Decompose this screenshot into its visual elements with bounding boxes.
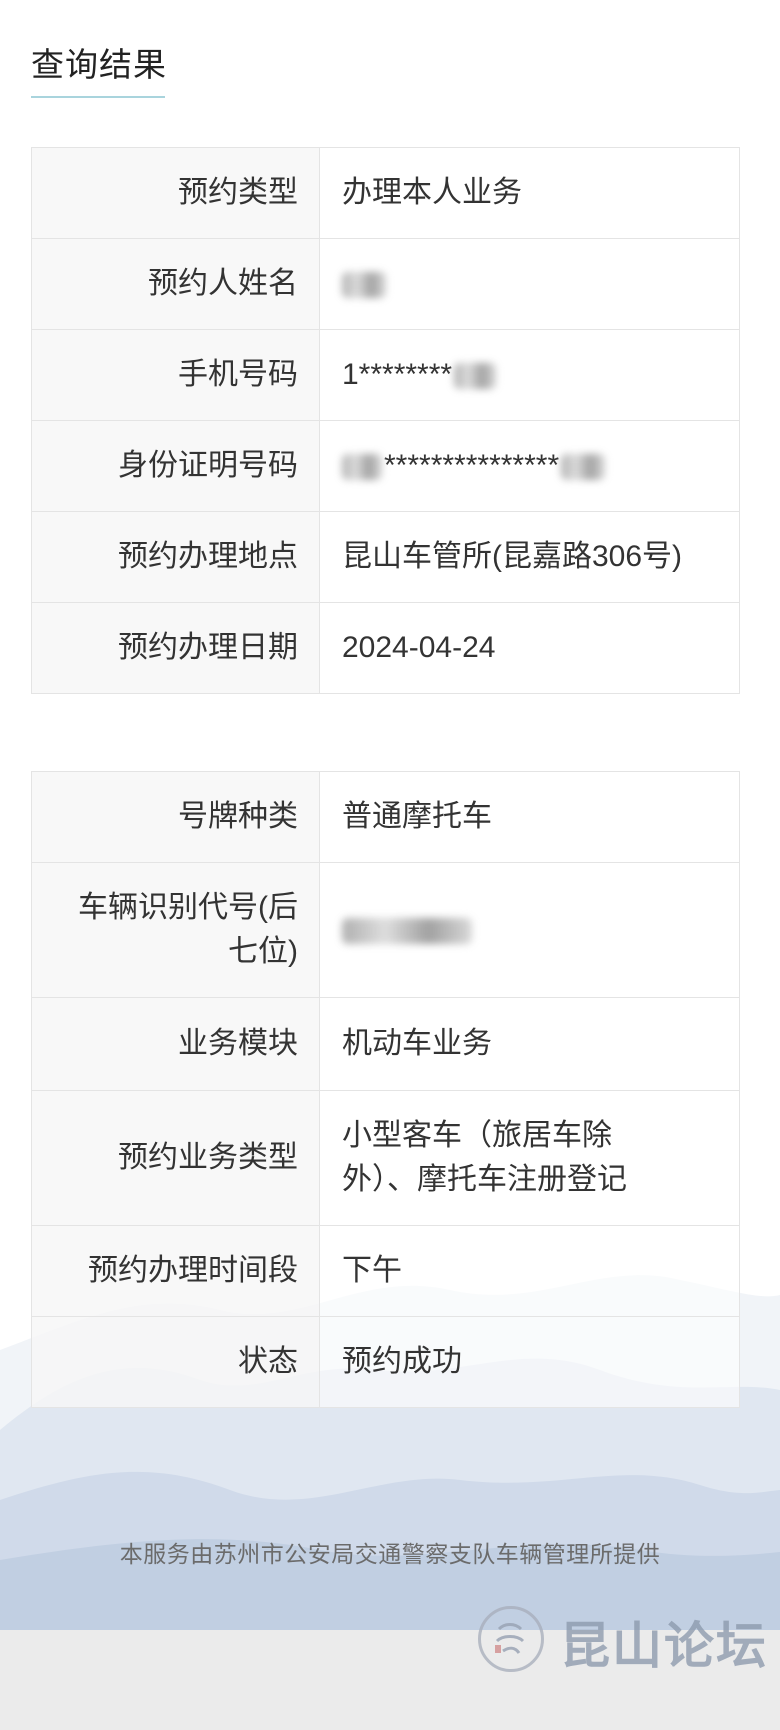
row-label: 预约类型 xyxy=(31,147,320,239)
table-row: 预约类型 办理本人业务 xyxy=(31,147,740,239)
phone-value: 1******** xyxy=(342,358,453,391)
row-value: 普通摩托车 xyxy=(319,771,740,863)
title-underline xyxy=(31,96,165,98)
row-value: 1******** xyxy=(319,329,740,421)
row-label: 预约办理地点 xyxy=(31,511,320,603)
table-row: 预约办理时间段 下午 xyxy=(31,1225,740,1317)
row-value: 下午 xyxy=(319,1225,740,1317)
row-label: 身份证明号码 xyxy=(31,420,320,512)
table-row: 预约人姓名 xyxy=(31,238,740,330)
row-label: 手机号码 xyxy=(31,329,320,421)
table-row: 业务模块 机动车业务 xyxy=(31,997,740,1091)
row-label: 预约业务类型 xyxy=(31,1090,320,1226)
table-row: 车辆识别代号(后七位) xyxy=(31,862,740,998)
row-label: 预约办理日期 xyxy=(31,602,320,694)
row-value: 2024-04-24 xyxy=(319,602,740,694)
redacted-blur xyxy=(342,272,386,299)
row-label: 业务模块 xyxy=(31,997,320,1091)
vehicle-info-table: 号牌种类 普通摩托车 车辆识别代号(后七位) 业务模块 机动车业务 预约业务类型… xyxy=(31,771,740,1408)
page-title: 查询结果 xyxy=(31,46,167,83)
row-value: 昆山车管所(昆嘉路306号) xyxy=(319,511,740,603)
row-label: 车辆识别代号(后七位) xyxy=(31,862,320,998)
row-label: 预约人姓名 xyxy=(31,238,320,330)
appointment-info-table: 预约类型 办理本人业务 预约人姓名 手机号码 1******** 身份证明号码 … xyxy=(31,147,740,694)
row-value: 小型客车（旅居车除外）、摩托车注册登记 xyxy=(319,1090,740,1226)
row-label: 状态 xyxy=(31,1316,320,1408)
table-row: 状态 预约成功 xyxy=(31,1316,740,1408)
row-value xyxy=(319,862,740,998)
redacted-blur xyxy=(454,363,497,390)
watermark-text: 昆山论坛 xyxy=(560,1616,768,1675)
table-row: 身份证明号码 *************** xyxy=(31,420,740,512)
footer-text: 本服务由苏州市公安局交通警察支队车辆管理所提供 xyxy=(119,1541,661,1567)
seal-icon xyxy=(478,1606,544,1672)
row-value: *************** xyxy=(319,420,740,512)
business-type-value: 小型客车（旅居车除外）、摩托车注册登记 xyxy=(342,1119,627,1196)
redacted-blur xyxy=(561,454,606,481)
table-row: 预约办理地点 昆山车管所(昆嘉路306号) xyxy=(31,511,740,603)
row-value: 机动车业务 xyxy=(319,997,740,1091)
id-value: *************** xyxy=(384,449,560,482)
row-value xyxy=(319,238,740,330)
table-row: 号牌种类 普通摩托车 xyxy=(31,771,740,863)
row-value: 办理本人业务 xyxy=(319,147,740,239)
table-row: 预约办理日期 2024-04-24 xyxy=(31,602,740,694)
row-label: 预约办理时间段 xyxy=(31,1225,320,1317)
table-row: 预约业务类型 小型客车（旅居车除外）、摩托车注册登记 xyxy=(31,1090,740,1226)
redacted-blur xyxy=(342,918,472,945)
status-value: 预约成功 xyxy=(319,1316,740,1408)
table-row: 手机号码 1******** xyxy=(31,329,740,421)
redacted-blur xyxy=(342,454,382,481)
row-label: 号牌种类 xyxy=(31,771,320,863)
